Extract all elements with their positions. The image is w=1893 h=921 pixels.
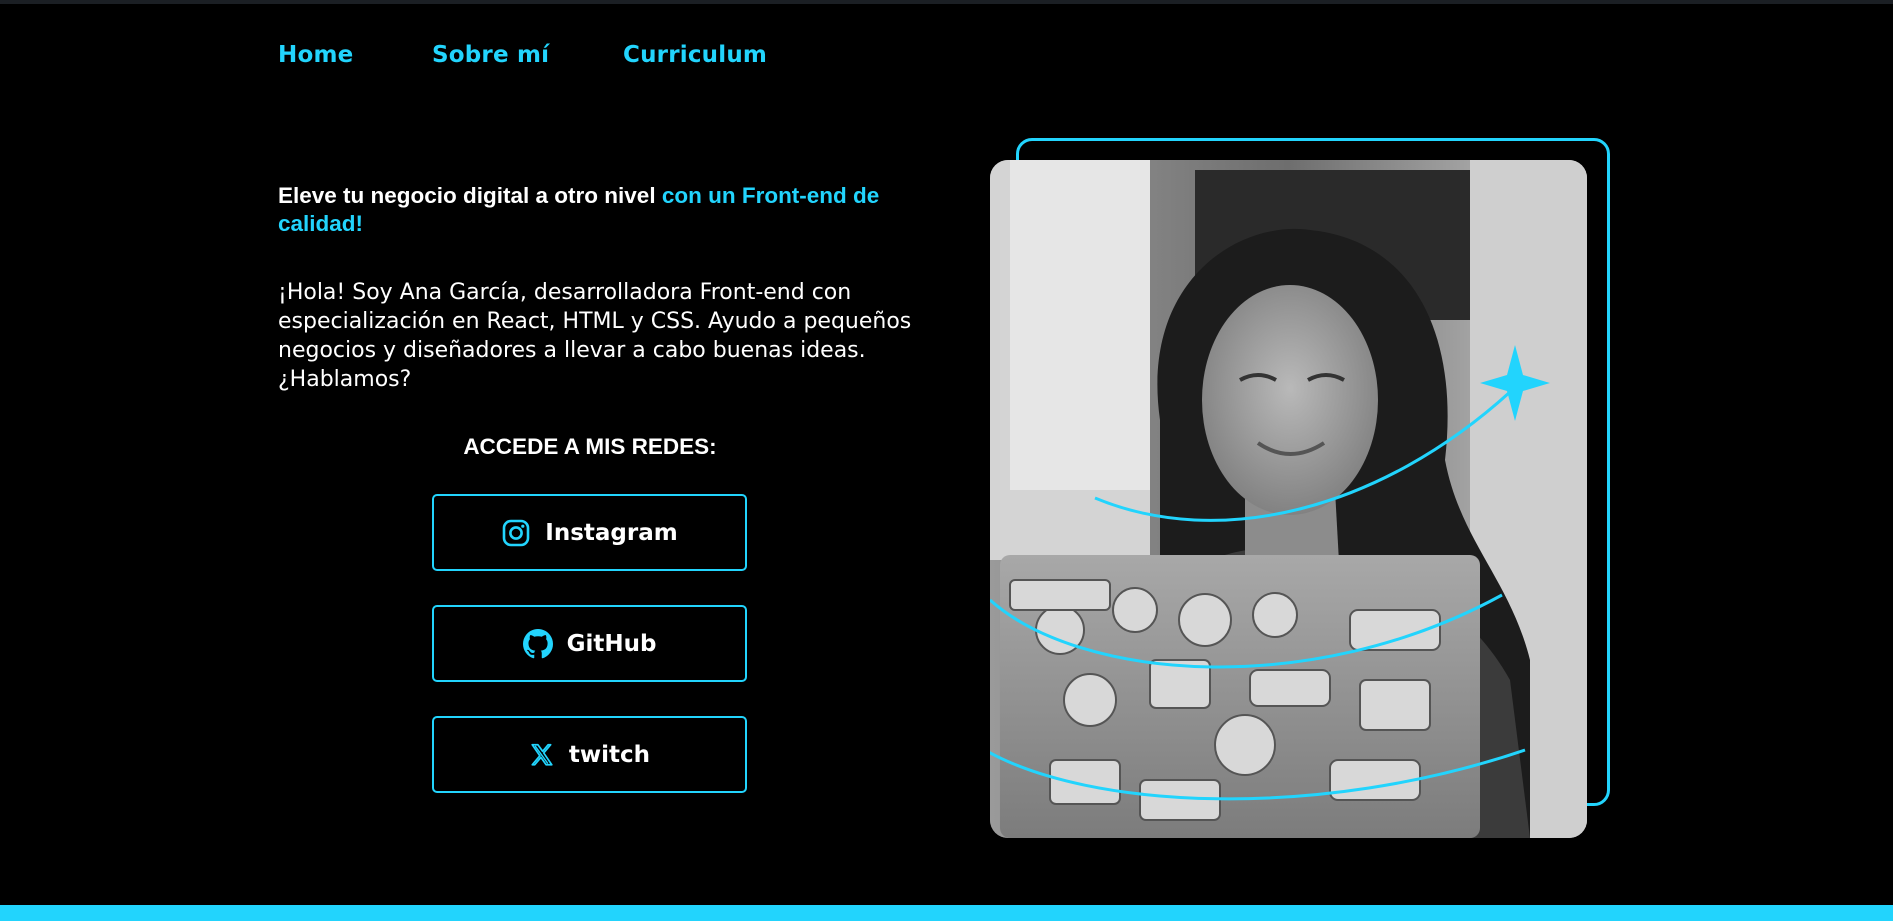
instagram-label: Instagram	[545, 519, 678, 546]
github-label: GitHub	[566, 630, 657, 657]
main-nav: Home Sobre mí Curriculum	[278, 42, 767, 68]
nav-curriculum-link[interactable]: Curriculum	[623, 42, 767, 68]
profile-photo	[990, 160, 1587, 838]
x-icon	[529, 742, 555, 768]
github-icon	[522, 628, 553, 659]
nav-home-link[interactable]: Home	[278, 42, 432, 68]
headline-plain: Eleve tu negocio digital a otro nivel	[278, 183, 662, 208]
hero-headline: Eleve tu negocio digital a otro nivel co…	[278, 182, 918, 238]
twitch-label: twitch	[568, 741, 651, 768]
hero-intro: ¡Hola! Soy Ana García, desarrolladora Fr…	[278, 280, 912, 392]
instagram-icon	[501, 518, 531, 548]
github-button[interactable]: GitHub	[432, 605, 747, 682]
top-border	[0, 0, 1893, 4]
social-title: ACCEDE A MIS REDES:	[463, 434, 717, 459]
twitch-button[interactable]: twitch	[432, 716, 747, 793]
nav-about-link[interactable]: Sobre mí	[432, 42, 623, 68]
bottom-accent-bar	[0, 905, 1893, 921]
instagram-button[interactable]: Instagram	[432, 494, 747, 571]
